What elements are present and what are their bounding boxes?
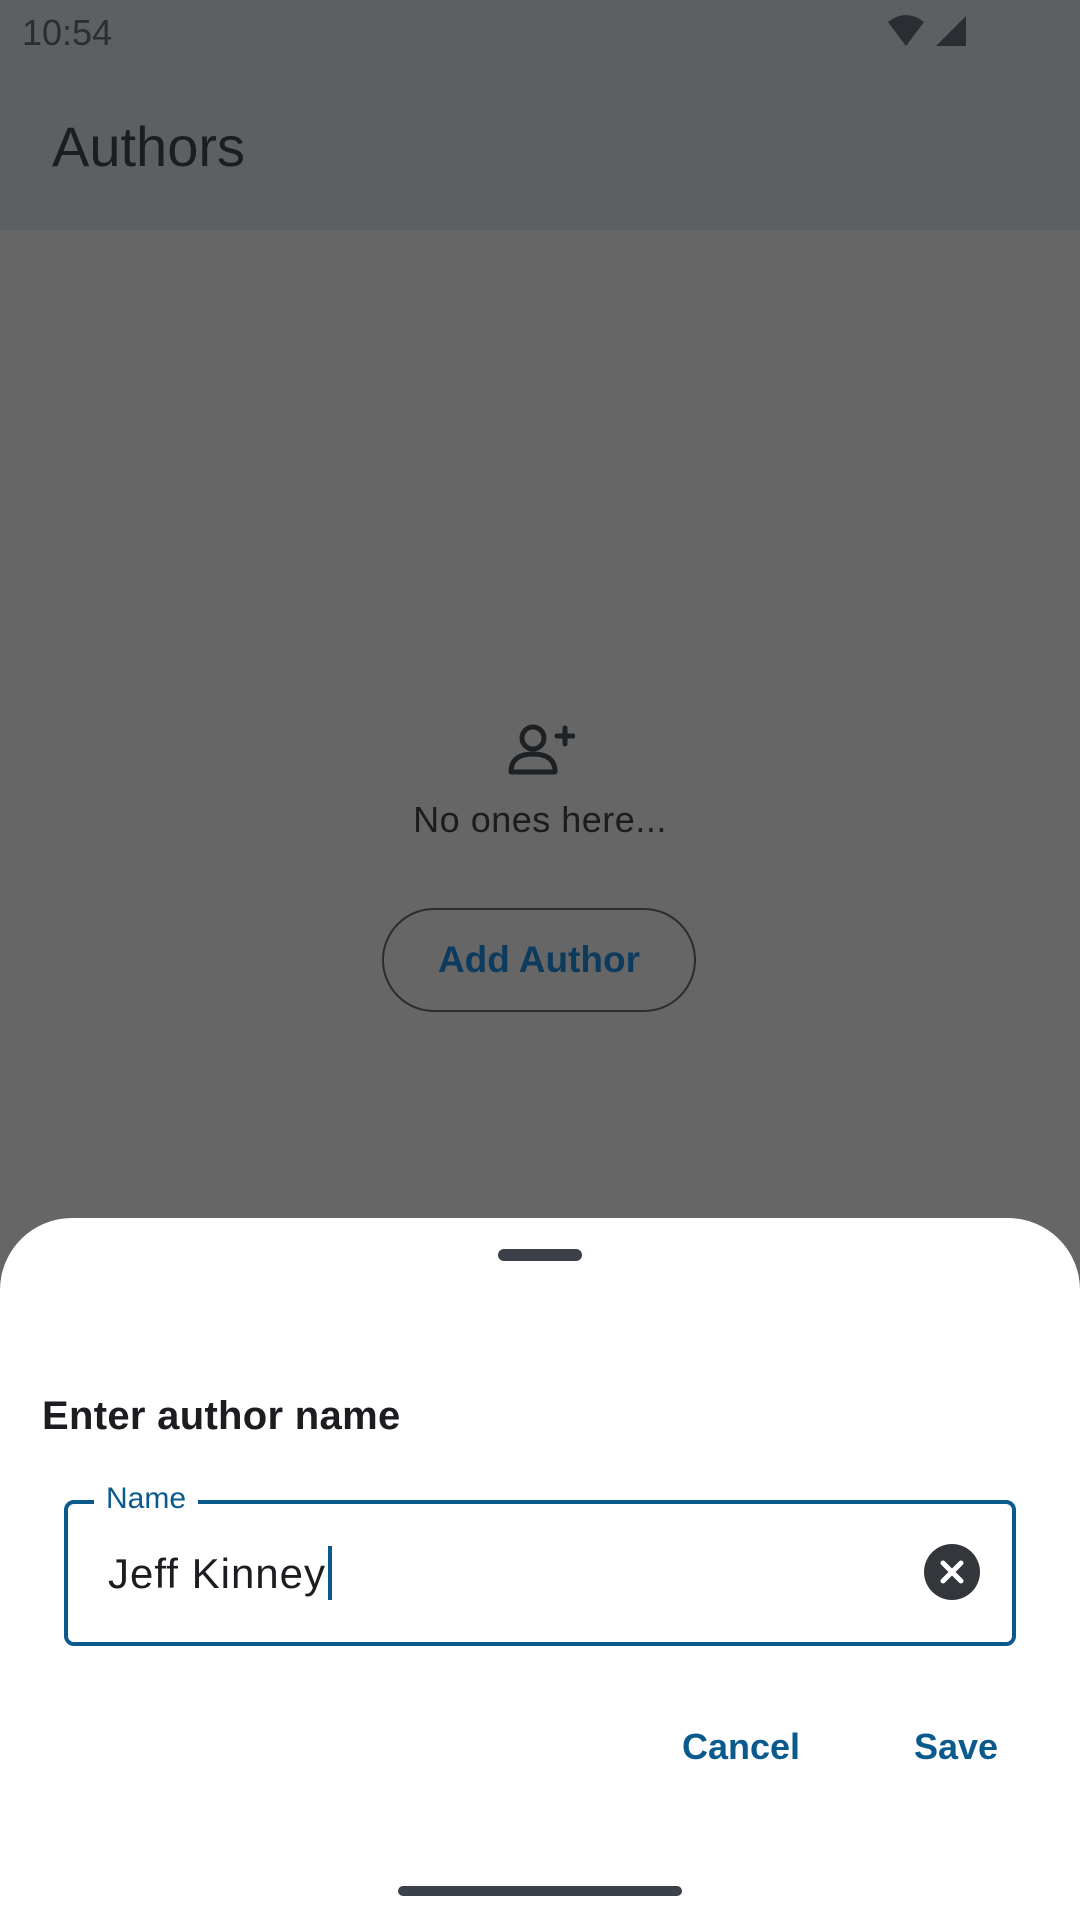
wifi-icon <box>886 14 926 53</box>
person-add-icon <box>505 720 576 780</box>
field-value-text: Jeff Kinney <box>108 1550 327 1598</box>
empty-message: No ones here... <box>413 799 667 840</box>
text-caret <box>328 1546 333 1600</box>
status-icons <box>886 14 970 53</box>
dialog-title: Enter author name <box>42 1394 401 1438</box>
cell-signal-icon <box>934 14 970 53</box>
app-bar: Authors <box>0 64 1080 230</box>
home-indicator[interactable] <box>398 1886 682 1896</box>
dialog-actions: Cancel Save <box>0 1726 1080 1786</box>
field-label: Name <box>94 1482 199 1516</box>
status-time: 10:54 <box>22 12 113 53</box>
author-name-field[interactable]: Name Jeff Kinney <box>64 1482 1016 1646</box>
drag-handle[interactable] <box>498 1249 582 1261</box>
clear-icon[interactable] <box>924 1544 980 1600</box>
add-author-button[interactable]: Add Author <box>382 908 696 1012</box>
cancel-button[interactable]: Cancel <box>682 1726 800 1768</box>
page-title: Authors <box>52 115 245 178</box>
save-button[interactable]: Save <box>914 1726 998 1768</box>
author-name-input[interactable]: Jeff Kinney <box>108 1546 333 1604</box>
empty-state: No ones here... <box>0 720 1080 841</box>
bottom-sheet: Enter author name Name Jeff Kinney Cance… <box>0 1218 1080 1920</box>
status-bar: 10:54 <box>0 0 1080 64</box>
